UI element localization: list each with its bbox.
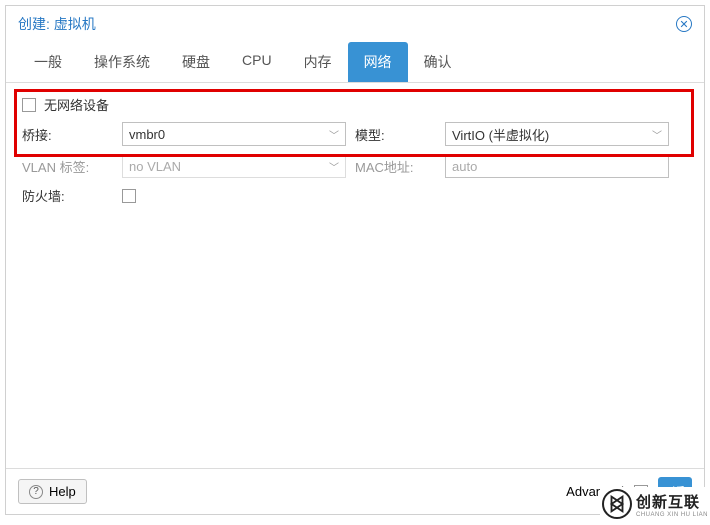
chevron-down-icon: ﹀ (329, 159, 339, 174)
help-button[interactable]: ? Help (18, 479, 87, 504)
mac-value: auto (452, 159, 477, 174)
help-icon: ? (29, 485, 43, 499)
mac-label: MAC地址: (355, 157, 445, 176)
mac-field[interactable]: auto (445, 154, 669, 178)
vlan-dropdown[interactable]: no VLAN ﹀ (122, 154, 346, 178)
chevron-down-icon: ﹀ (652, 127, 662, 142)
watermark-logo-icon (602, 489, 632, 519)
tab-general[interactable]: 一般 (18, 42, 78, 82)
no-network-label: 无网络设备 (44, 95, 109, 114)
form-content: 无网络设备 桥接: vmbr0 ﹀ 模型: VirtIO (半虚拟化) ﹀ VL… (6, 83, 704, 468)
help-label: Help (49, 484, 76, 499)
no-network-row: 无网络设备 (22, 95, 688, 114)
create-vm-dialog: 创建: 虚拟机 ✕ 一般 操作系统 硬盘 CPU 内存 网络 确认 无网络设备 … (5, 5, 705, 515)
bridge-model-row: 桥接: vmbr0 ﹀ 模型: VirtIO (半虚拟化) ﹀ (22, 122, 688, 146)
firewall-label: 防火墙: (22, 186, 122, 205)
watermark: 创新互联 CHUANG XIN HU LIAN (600, 487, 710, 521)
tab-hdd[interactable]: 硬盘 (166, 42, 226, 82)
tabs: 一般 操作系统 硬盘 CPU 内存 网络 确认 (6, 42, 704, 83)
bridge-value: vmbr0 (129, 127, 165, 142)
tab-confirm[interactable]: 确认 (408, 42, 468, 82)
tab-cpu[interactable]: CPU (226, 42, 288, 82)
tab-os[interactable]: 操作系统 (78, 42, 166, 82)
model-value: VirtIO (半虚拟化) (452, 125, 549, 144)
model-label: 模型: (355, 125, 445, 144)
dialog-title: 创建: 虚拟机 (18, 14, 96, 34)
tab-network[interactable]: 网络 (348, 42, 408, 82)
vlan-mac-row: VLAN 标签: no VLAN ﹀ MAC地址: auto (22, 154, 688, 178)
watermark-en: CHUANG XIN HU LIAN (636, 512, 708, 518)
watermark-cn: 创新互联 (636, 491, 708, 512)
model-dropdown[interactable]: VirtIO (半虚拟化) ﹀ (445, 122, 669, 146)
chevron-down-icon: ﹀ (329, 127, 339, 142)
tab-memory[interactable]: 内存 (288, 42, 348, 82)
firewall-checkbox[interactable] (122, 189, 136, 203)
vlan-label: VLAN 标签: (22, 157, 122, 176)
title-bar: 创建: 虚拟机 ✕ (6, 6, 704, 42)
bridge-dropdown[interactable]: vmbr0 ﹀ (122, 122, 346, 146)
firewall-row: 防火墙: (22, 186, 688, 205)
close-icon[interactable]: ✕ (676, 16, 692, 32)
bridge-label: 桥接: (22, 125, 122, 144)
no-network-checkbox[interactable] (22, 98, 36, 112)
vlan-value: no VLAN (129, 159, 181, 174)
